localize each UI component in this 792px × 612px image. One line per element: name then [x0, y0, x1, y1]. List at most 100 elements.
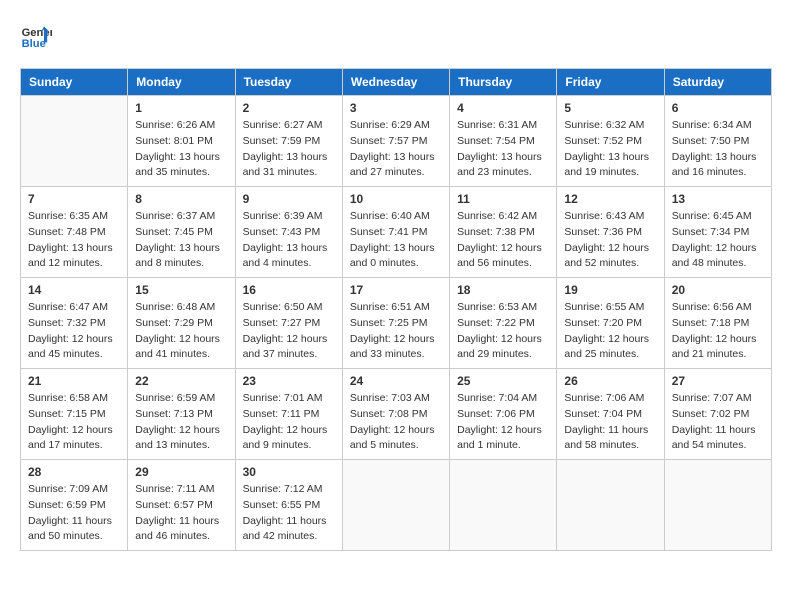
- day-info: Sunrise: 6:56 AM Sunset: 7:18 PM Dayligh…: [672, 300, 764, 363]
- day-number: 30: [243, 465, 335, 479]
- calendar-cell: 7 Sunrise: 6:35 AM Sunset: 7:48 PM Daylig…: [21, 187, 128, 278]
- day-info: Sunrise: 6:32 AM Sunset: 7:52 PM Dayligh…: [564, 118, 656, 181]
- day-info: Sunrise: 6:34 AM Sunset: 7:50 PM Dayligh…: [672, 118, 764, 181]
- header-monday: Monday: [128, 69, 235, 96]
- day-info: Sunrise: 6:45 AM Sunset: 7:34 PM Dayligh…: [672, 209, 764, 272]
- day-number: 8: [135, 192, 227, 206]
- day-number: 26: [564, 374, 656, 388]
- calendar-week-3: 14 Sunrise: 6:47 AM Sunset: 7:32 PM Dayli…: [21, 278, 772, 369]
- calendar-cell: 9Sunrise: 6:39 AM Sunset: 7:43 PM Daylig…: [235, 187, 342, 278]
- day-number: 14: [28, 283, 120, 297]
- calendar-cell: 21Sunrise: 6:58 AM Sunset: 7:15 PM Dayli…: [21, 369, 128, 460]
- day-number: 22: [135, 374, 227, 388]
- day-info: Sunrise: 7:04 AM Sunset: 7:06 PM Dayligh…: [457, 391, 549, 454]
- day-number: 11: [457, 192, 549, 206]
- day-info: Sunrise: 6:43 AM Sunset: 7:36 PM Dayligh…: [564, 209, 656, 272]
- calendar-cell: 12 Sunrise: 6:43 AM Sunset: 7:36 PM Dayli…: [557, 187, 664, 278]
- logo-icon: General Blue: [20, 20, 52, 52]
- header-wednesday: Wednesday: [342, 69, 449, 96]
- calendar-cell: 11 Sunrise: 6:42 AM Sunset: 7:38 PM Dayli…: [450, 187, 557, 278]
- day-number: 2: [243, 101, 335, 115]
- page-header: General Blue: [20, 20, 772, 52]
- calendar-cell: [664, 460, 771, 551]
- calendar-cell: 27Sunrise: 7:07 AM Sunset: 7:02 PM Dayli…: [664, 369, 771, 460]
- calendar-cell: 28Sunrise: 7:09 AM Sunset: 6:59 PM Dayli…: [21, 460, 128, 551]
- header-saturday: Saturday: [664, 69, 771, 96]
- day-info: Sunrise: 7:03 AM Sunset: 7:08 PM Dayligh…: [350, 391, 442, 454]
- day-info: Sunrise: 6:29 AM Sunset: 7:57 PM Dayligh…: [350, 118, 442, 181]
- calendar-cell: [557, 460, 664, 551]
- calendar-week-1: 1 Sunrise: 6:26 AM Sunset: 8:01 PM Daylig…: [21, 96, 772, 187]
- day-info: Sunrise: 6:48 AM Sunset: 7:29 PM Dayligh…: [135, 300, 227, 363]
- day-info: Sunrise: 6:58 AM Sunset: 7:15 PM Dayligh…: [28, 391, 120, 454]
- day-info: Sunrise: 6:37 AM Sunset: 7:45 PM Dayligh…: [135, 209, 227, 272]
- day-number: 1: [135, 101, 227, 115]
- logo: General Blue: [20, 20, 56, 52]
- day-number: 12: [564, 192, 656, 206]
- day-info: Sunrise: 6:26 AM Sunset: 8:01 PM Dayligh…: [135, 118, 227, 181]
- day-info: Sunrise: 6:50 AM Sunset: 7:27 PM Dayligh…: [243, 300, 335, 363]
- day-info: Sunrise: 7:06 AM Sunset: 7:04 PM Dayligh…: [564, 391, 656, 454]
- day-number: 20: [672, 283, 764, 297]
- calendar-cell: 15 Sunrise: 6:48 AM Sunset: 7:29 PM Dayli…: [128, 278, 235, 369]
- calendar-cell: 10 Sunrise: 6:40 AM Sunset: 7:41 PM Dayli…: [342, 187, 449, 278]
- calendar-cell: 23 Sunrise: 7:01 AM Sunset: 7:11 PM Dayli…: [235, 369, 342, 460]
- day-info: Sunrise: 6:27 AM Sunset: 7:59 PM Dayligh…: [243, 118, 335, 181]
- day-info: Sunrise: 7:01 AM Sunset: 7:11 PM Dayligh…: [243, 391, 335, 454]
- day-number: 25: [457, 374, 549, 388]
- calendar-cell: 4 Sunrise: 6:31 AM Sunset: 7:54 PM Daylig…: [450, 96, 557, 187]
- day-info: Sunrise: 6:42 AM Sunset: 7:38 PM Dayligh…: [457, 209, 549, 272]
- day-number: 10: [350, 192, 442, 206]
- day-number: 5: [564, 101, 656, 115]
- day-number: 9: [243, 192, 335, 206]
- calendar-cell: [450, 460, 557, 551]
- day-number: 29: [135, 465, 227, 479]
- calendar-cell: 8 Sunrise: 6:37 AM Sunset: 7:45 PM Daylig…: [128, 187, 235, 278]
- calendar-week-5: 28Sunrise: 7:09 AM Sunset: 6:59 PM Dayli…: [21, 460, 772, 551]
- calendar-cell: 17 Sunrise: 6:51 AM Sunset: 7:25 PM Dayli…: [342, 278, 449, 369]
- day-number: 4: [457, 101, 549, 115]
- day-number: 28: [28, 465, 120, 479]
- day-info: Sunrise: 6:40 AM Sunset: 7:41 PM Dayligh…: [350, 209, 442, 272]
- calendar-week-2: 7 Sunrise: 6:35 AM Sunset: 7:48 PM Daylig…: [21, 187, 772, 278]
- calendar-cell: 1 Sunrise: 6:26 AM Sunset: 8:01 PM Daylig…: [128, 96, 235, 187]
- calendar-cell: 22 Sunrise: 6:59 AM Sunset: 7:13 PM Dayli…: [128, 369, 235, 460]
- day-number: 17: [350, 283, 442, 297]
- day-info: Sunrise: 6:55 AM Sunset: 7:20 PM Dayligh…: [564, 300, 656, 363]
- day-number: 13: [672, 192, 764, 206]
- calendar-cell: 2 Sunrise: 6:27 AM Sunset: 7:59 PM Daylig…: [235, 96, 342, 187]
- day-number: 23: [243, 374, 335, 388]
- day-info: Sunrise: 6:35 AM Sunset: 7:48 PM Dayligh…: [28, 209, 120, 272]
- day-number: 18: [457, 283, 549, 297]
- day-info: Sunrise: 6:31 AM Sunset: 7:54 PM Dayligh…: [457, 118, 549, 181]
- calendar-cell: 3 Sunrise: 6:29 AM Sunset: 7:57 PM Daylig…: [342, 96, 449, 187]
- day-number: 15: [135, 283, 227, 297]
- calendar-cell: 19 Sunrise: 6:55 AM Sunset: 7:20 PM Dayli…: [557, 278, 664, 369]
- day-info: Sunrise: 7:12 AM Sunset: 6:55 PM Dayligh…: [243, 482, 335, 545]
- calendar-cell: 30 Sunrise: 7:12 AM Sunset: 6:55 PM Dayli…: [235, 460, 342, 551]
- calendar-cell: 20 Sunrise: 6:56 AM Sunset: 7:18 PM Dayli…: [664, 278, 771, 369]
- calendar-header-row: SundayMondayTuesdayWednesdayThursdayFrid…: [21, 69, 772, 96]
- calendar-cell: [21, 96, 128, 187]
- day-info: Sunrise: 7:11 AM Sunset: 6:57 PM Dayligh…: [135, 482, 227, 545]
- day-number: 19: [564, 283, 656, 297]
- day-info: Sunrise: 6:53 AM Sunset: 7:22 PM Dayligh…: [457, 300, 549, 363]
- header-thursday: Thursday: [450, 69, 557, 96]
- day-info: Sunrise: 6:47 AM Sunset: 7:32 PM Dayligh…: [28, 300, 120, 363]
- header-friday: Friday: [557, 69, 664, 96]
- calendar-cell: 24 Sunrise: 7:03 AM Sunset: 7:08 PM Dayli…: [342, 369, 449, 460]
- calendar-cell: 6 Sunrise: 6:34 AM Sunset: 7:50 PM Daylig…: [664, 96, 771, 187]
- calendar-table: SundayMondayTuesdayWednesdayThursdayFrid…: [20, 68, 772, 551]
- day-number: 6: [672, 101, 764, 115]
- calendar-cell: 5 Sunrise: 6:32 AM Sunset: 7:52 PM Daylig…: [557, 96, 664, 187]
- day-number: 3: [350, 101, 442, 115]
- day-info: Sunrise: 6:59 AM Sunset: 7:13 PM Dayligh…: [135, 391, 227, 454]
- day-number: 24: [350, 374, 442, 388]
- day-number: 7: [28, 192, 120, 206]
- calendar-cell: 13 Sunrise: 6:45 AM Sunset: 7:34 PM Dayli…: [664, 187, 771, 278]
- day-info: Sunrise: 6:51 AM Sunset: 7:25 PM Dayligh…: [350, 300, 442, 363]
- calendar-cell: 26 Sunrise: 7:06 AM Sunset: 7:04 PM Dayli…: [557, 369, 664, 460]
- svg-text:Blue: Blue: [22, 38, 46, 50]
- calendar-week-4: 21Sunrise: 6:58 AM Sunset: 7:15 PM Dayli…: [21, 369, 772, 460]
- calendar-cell: 29 Sunrise: 7:11 AM Sunset: 6:57 PM Dayli…: [128, 460, 235, 551]
